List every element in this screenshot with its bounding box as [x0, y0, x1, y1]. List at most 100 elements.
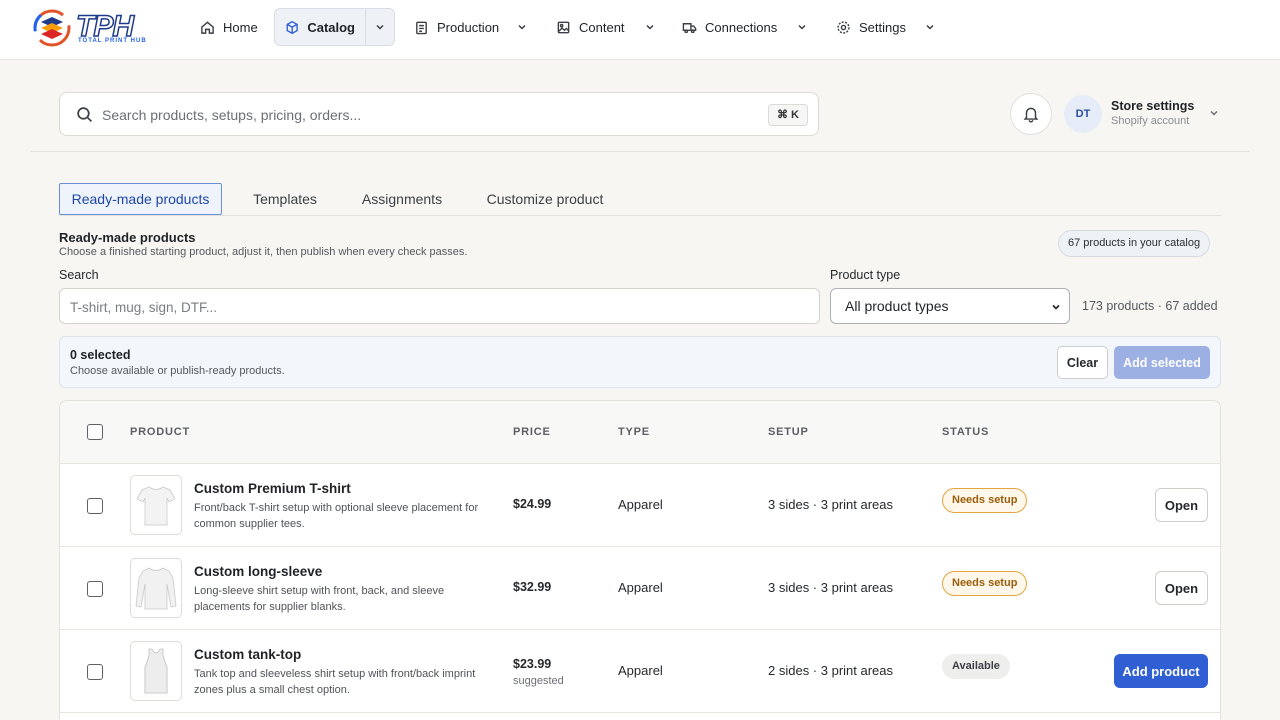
- nav-settings-dropdown[interactable]: [918, 8, 942, 46]
- section-subtitle: Choose a finished starting product, adju…: [59, 246, 468, 258]
- row-checkbox[interactable]: [87, 498, 103, 514]
- notifications-button[interactable]: [1010, 93, 1052, 135]
- product-search-field: [59, 288, 820, 324]
- product-type-select[interactable]: All product types: [830, 288, 1070, 324]
- product-price: $32.99: [513, 580, 552, 594]
- tab-customize-product[interactable]: Customize product: [476, 183, 614, 215]
- selection-bar: 0 selected Choose available or publish-r…: [59, 336, 1221, 388]
- add-selected-button[interactable]: Add selected: [1114, 346, 1210, 379]
- product-name: Custom long-sleeve: [194, 564, 323, 579]
- nav-home-label: Home: [223, 19, 258, 35]
- product-description: Front/back T-shirt setup with optional s…: [194, 502, 479, 530]
- search-icon: [77, 107, 93, 123]
- status-badge: Needs setup: [942, 571, 1028, 596]
- nav-production-dropdown[interactable]: [510, 8, 534, 46]
- add-product-button[interactable]: Add product: [1114, 654, 1208, 688]
- product-name: Custom tank-top: [194, 647, 302, 662]
- open-button[interactable]: Open: [1155, 571, 1208, 605]
- tab-ready-made-products[interactable]: Ready-made products: [59, 183, 222, 215]
- table-row: Custom long-sleeve Long-sleeve shirt set…: [60, 547, 1220, 630]
- bell-icon: [1023, 107, 1039, 123]
- product-type: Apparel: [618, 580, 663, 595]
- tab-assignments[interactable]: Assignments: [351, 183, 453, 215]
- chevron-down-icon: [646, 24, 654, 30]
- product-description: Tank top and sleeveless shirt setup with…: [194, 668, 476, 696]
- product-setup: 2 sides · 3 print areas: [768, 663, 894, 678]
- product-search-input[interactable]: [70, 296, 770, 318]
- catalog-tabs: Ready-made products Templates Assignment…: [59, 183, 1221, 216]
- nav-production-label: Production: [437, 19, 500, 35]
- column-header-setup: SETUP: [768, 426, 809, 438]
- nav-home[interactable]: Home: [190, 8, 268, 46]
- product-thumbnail: [130, 558, 182, 618]
- image-icon: [557, 21, 570, 33]
- store-settings-title[interactable]: Store settings: [1111, 99, 1194, 113]
- column-header-type: TYPE: [618, 426, 650, 438]
- chevron-down-icon: [376, 24, 384, 30]
- truck-icon: [682, 22, 697, 33]
- clipboard-icon: [416, 21, 427, 34]
- nav-content-dropdown[interactable]: [638, 8, 662, 46]
- select-all-checkbox[interactable]: [87, 424, 103, 440]
- product-type-value: All product types: [845, 298, 949, 314]
- top-navigation: TPH TOTAL PRINT HUB Home Catalog Product…: [0, 0, 1280, 60]
- nav-settings[interactable]: Settings: [826, 8, 916, 46]
- clear-button[interactable]: Clear: [1057, 346, 1108, 379]
- home-icon: [201, 20, 214, 34]
- nav-production[interactable]: Production: [404, 8, 509, 46]
- nav-content[interactable]: Content: [546, 8, 635, 46]
- tab-templates[interactable]: Templates: [240, 183, 330, 215]
- search-shortcut-badge: ⌘ K: [768, 104, 808, 126]
- logo-mark-icon: [33, 9, 71, 47]
- nav-catalog-label: Catalog: [307, 19, 355, 35]
- selection-hint: Choose available or publish-ready produc…: [70, 365, 285, 377]
- table-row: Custom tank-top Tank top and sleeveless …: [60, 630, 1220, 713]
- row-checkbox[interactable]: [87, 664, 103, 680]
- global-search-input[interactable]: [102, 103, 702, 127]
- global-search: ⌘ K: [59, 92, 819, 136]
- product-price: $24.99: [513, 497, 552, 511]
- nav-catalog[interactable]: Catalog: [274, 8, 366, 46]
- status-badge: Needs setup: [942, 488, 1028, 513]
- catalog-count-badge: 67 products in your catalog: [1058, 230, 1211, 257]
- chevron-down-icon: [798, 24, 806, 30]
- avatar[interactable]: DT: [1064, 95, 1102, 133]
- section-title: Ready-made products: [59, 230, 196, 245]
- nav-connections-label: Connections: [705, 19, 778, 35]
- logo-subtitle: TOTAL PRINT HUB: [78, 38, 147, 44]
- store-settings-subtitle: Shopify account: [1111, 115, 1190, 127]
- product-setup: 3 sides · 3 print areas: [768, 497, 894, 512]
- nav-catalog-dropdown[interactable]: [365, 8, 395, 46]
- column-header-price: PRICE: [513, 426, 551, 438]
- table-header: PRODUCT PRICE TYPE SETUP STATUS: [60, 401, 1220, 464]
- nav-content-label: Content: [579, 19, 625, 35]
- chevron-down-icon: [926, 24, 934, 30]
- price-note: suggested: [513, 675, 564, 687]
- open-button[interactable]: Open: [1155, 488, 1208, 522]
- nav-settings-label: Settings: [859, 19, 906, 35]
- nav-connections[interactable]: Connections: [672, 8, 787, 46]
- selected-count: 0 selected: [70, 348, 131, 362]
- product-type: Apparel: [618, 497, 663, 512]
- status-badge: Available: [942, 654, 1010, 679]
- product-type: Apparel: [618, 663, 663, 678]
- product-type-label: Product type: [830, 268, 901, 282]
- chevron-down-icon[interactable]: [1208, 107, 1220, 119]
- product-thumbnail: [130, 641, 182, 701]
- row-checkbox[interactable]: [87, 581, 103, 597]
- cube-icon: [286, 20, 298, 34]
- chevron-down-icon: [1052, 304, 1060, 310]
- long-sleeve-shirt-icon: [135, 567, 177, 610]
- column-header-status: STATUS: [942, 426, 990, 438]
- product-thumbnail: [130, 475, 182, 535]
- tank-top-icon: [144, 648, 168, 694]
- table-row: Custom Premium T-shirt Front/back T-shir…: [60, 464, 1220, 547]
- divider: [31, 151, 1249, 152]
- logo[interactable]: TPH TOTAL PRINT HUB: [32, 8, 152, 48]
- product-name: Custom Premium T-shirt: [194, 481, 351, 496]
- nav-connections-dropdown[interactable]: [790, 8, 814, 46]
- search-filter-label: Search: [59, 268, 99, 282]
- product-description: Long-sleeve shirt setup with front, back…: [194, 585, 445, 613]
- tshirt-icon: [136, 486, 176, 526]
- product-price: $23.99: [513, 657, 552, 671]
